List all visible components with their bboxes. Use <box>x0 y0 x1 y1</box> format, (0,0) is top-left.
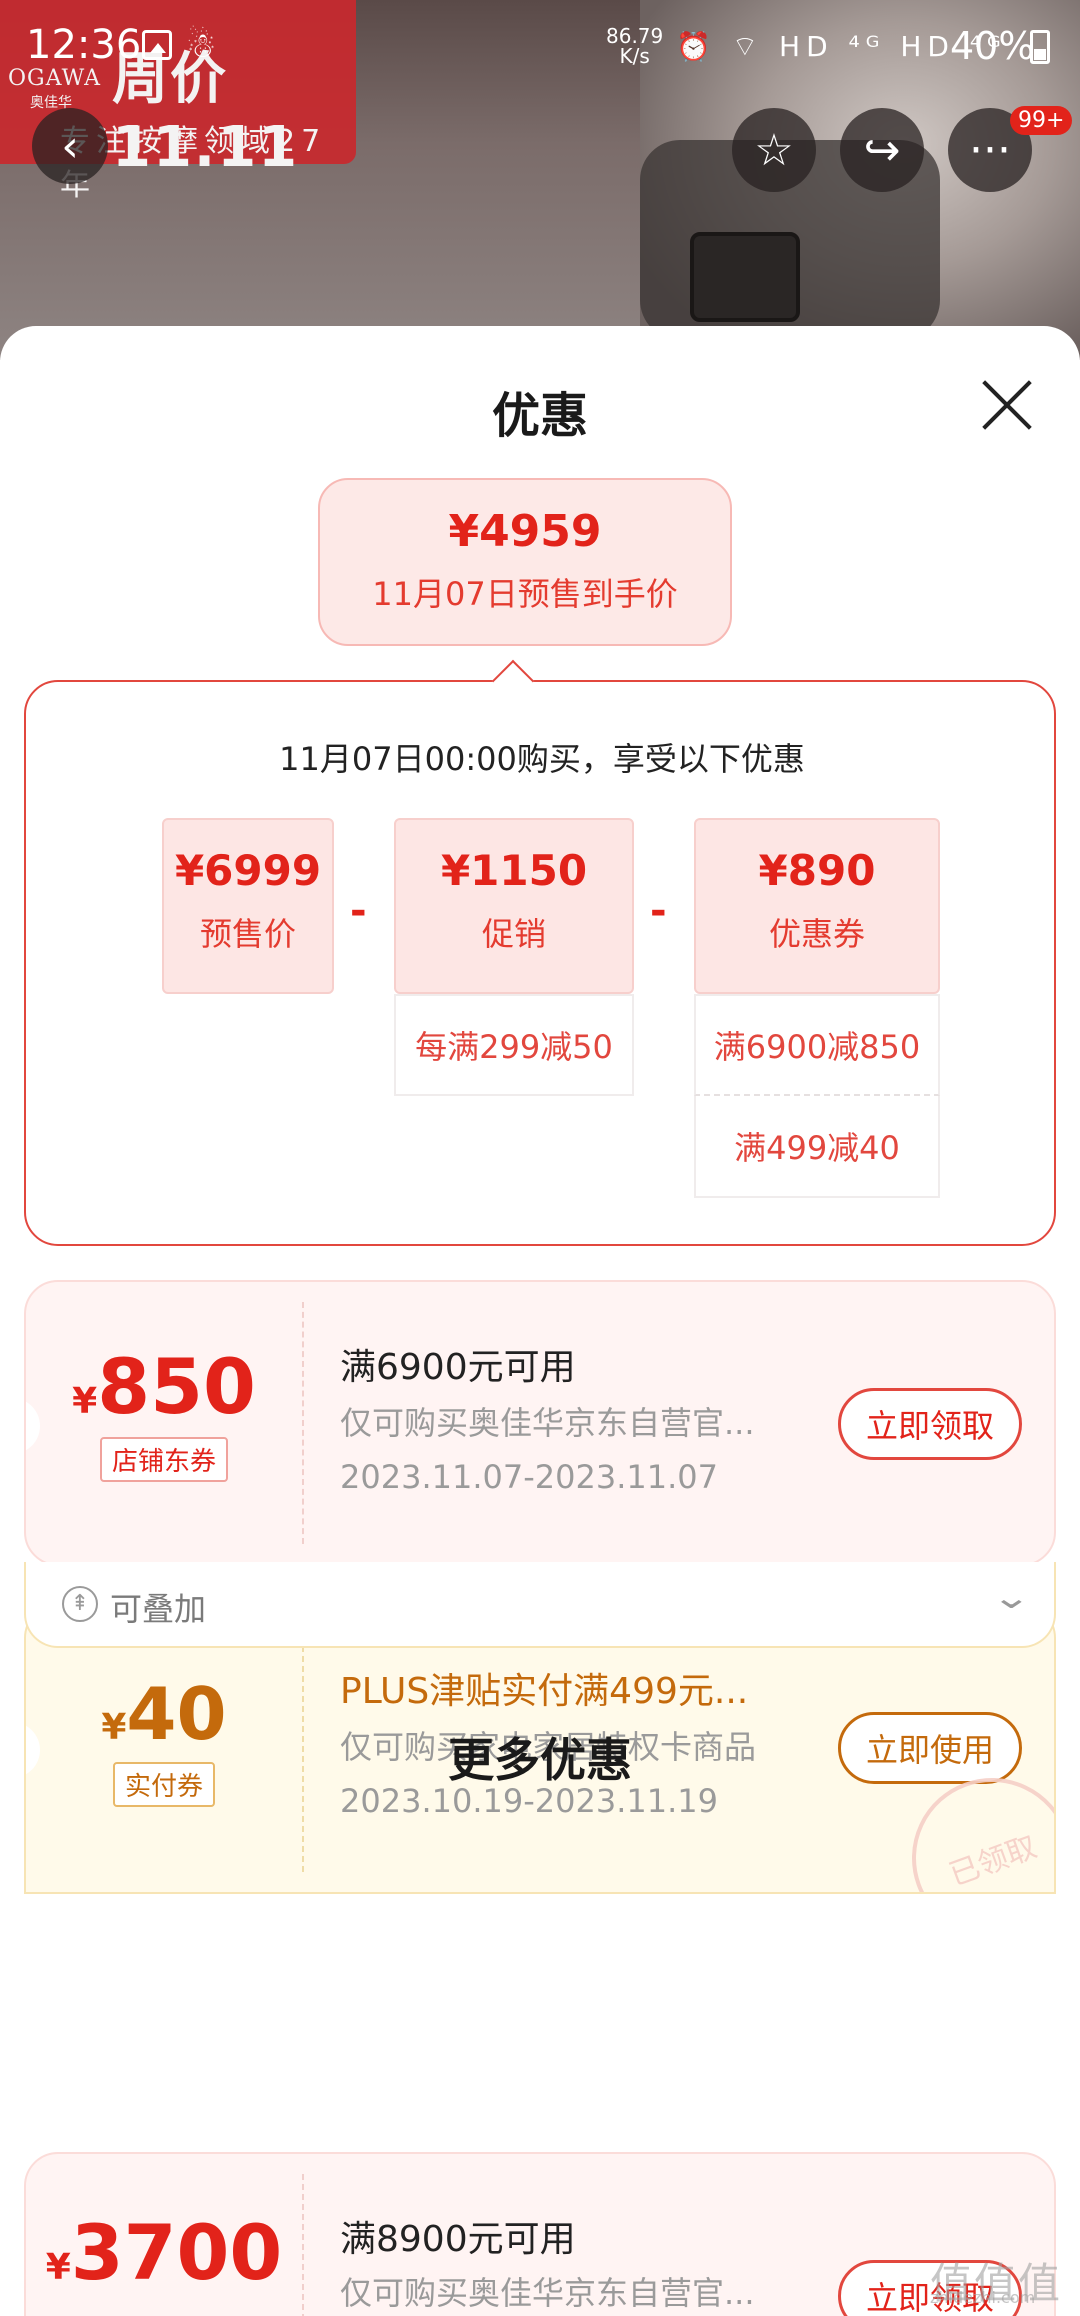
breakdown-label: 促销 <box>481 915 546 953</box>
coupon-amount: ¥3700 <box>26 2208 302 2297</box>
coupon-type-tag: 店铺东券 <box>99 1437 228 1482</box>
final-price-card: ¥4959 11月07日预售到手价 <box>318 478 732 646</box>
share-button[interactable]: ↪ <box>840 108 924 192</box>
status-time: 12:36 <box>26 22 142 68</box>
minus-sign: - <box>350 888 367 934</box>
breakdown-amount: ¥890 <box>758 846 876 895</box>
wifi-icon: ⌔ <box>731 30 765 63</box>
coupon-card: ¥850 店铺东券 满6900元可用 仅可购买奥佳华京东自营官... 2023.… <box>24 1280 1056 1566</box>
coupon-date: 2023.11.07-2023.11.07 <box>340 1458 718 1496</box>
breakdown-label: 预售价 <box>199 915 296 953</box>
message-count-badge: 99+ <box>1010 106 1073 135</box>
breakdown-presale-price: ¥6999 预售价 <box>162 818 334 994</box>
chevron-left-icon: ‹ <box>61 120 79 172</box>
coupon-divider <box>302 1302 304 1544</box>
network-speed: 86.79 K/s <box>606 26 663 66</box>
alarm-icon: ⏰ <box>676 30 717 63</box>
currency-symbol: ¥ <box>72 1381 98 1422</box>
coupon-title: 满8900元可用 <box>340 2219 576 2260</box>
app-notification-icon: ☃ <box>186 26 217 66</box>
coupon-amount-value: 3700 <box>70 2208 283 2297</box>
coupon-title: PLUS津贴实付满499元... <box>340 1671 749 1712</box>
coupon-desc: 仅可购买奥佳华京东自营官... <box>340 2274 755 2312</box>
more-discounts-title: 更多优惠 <box>448 1733 632 1787</box>
breakdown-amount: ¥6999 <box>174 846 322 895</box>
share-icon: ↪ <box>863 124 901 176</box>
currency-symbol: ¥ <box>45 2247 71 2288</box>
coupon-amount-value: 850 <box>97 1342 256 1431</box>
status-bar: 12:36 ☃ 86.79 K/s ⏰ ⌔ HD ⁴ᴳ HD ⁴ᴳ 40% <box>0 0 1080 96</box>
stackable-label: 可叠加 <box>110 1590 207 1628</box>
breakdown-coupon: ¥890 优惠券 <box>694 818 940 994</box>
coupon-card: ¥3700 满8900元可用 仅可购买奥佳华京东自营官... 立即领取 <box>24 2152 1056 2316</box>
coupon-value: ¥850 店铺东券 <box>26 1282 302 1564</box>
star-icon: ☆ <box>754 124 794 176</box>
network-speed-unit: K/s <box>619 44 650 68</box>
final-price-label: 11月07日预售到手价 <box>372 575 678 613</box>
coupon-amount: ¥850 <box>26 1342 302 1431</box>
site-watermark-url: zhidezhi.com <box>930 2288 1036 2307</box>
gallery-notification-icon <box>142 30 172 60</box>
stack-icon: ⇞ <box>62 1586 98 1622</box>
battery-icon <box>1030 30 1050 64</box>
battery-percent: 40% <box>950 24 1035 68</box>
breakdown-note: 11月07日00:00购买，享受以下优惠 <box>279 740 805 778</box>
coupon-value: ¥3700 <box>26 2154 302 2316</box>
close-button[interactable] <box>978 376 1034 432</box>
breakdown-promotion: ¥1150 促销 <box>394 818 634 994</box>
favorite-button[interactable]: ☆ <box>732 108 816 192</box>
back-button[interactable]: ‹ <box>32 108 108 184</box>
breakdown-amount: ¥1150 <box>440 846 588 895</box>
price-breakdown: 11月07日00:00购买，享受以下优惠 ¥6999 预售价 - ¥1150 促… <box>24 680 1056 1246</box>
promo-rule: 每满299减50 <box>394 994 634 1096</box>
stackable-row[interactable]: ⇞ 可叠加 ⌄ <box>24 1562 1056 1648</box>
final-price: ¥4959 <box>448 506 602 557</box>
sheet-title: 优惠 <box>491 388 588 444</box>
claim-coupon-button[interactable]: 立即领取 <box>838 1388 1022 1460</box>
coupon-rule: 满499减40 <box>694 1096 940 1198</box>
coupon-title: 满6900元可用 <box>340 1347 576 1388</box>
coupon-rule: 满6900减850 <box>694 994 940 1096</box>
chair-control-panel <box>690 232 800 322</box>
chevron-down-icon: ⌄ <box>991 1578 1032 1616</box>
breakdown-label: 优惠券 <box>768 915 865 953</box>
more-dots-icon: ··· <box>969 124 1011 176</box>
coupon-desc: 仅可购买奥佳华京东自营官... <box>340 1404 755 1442</box>
network-speed-value: 86.79 <box>606 24 664 48</box>
minus-sign: - <box>650 888 667 934</box>
coupon-divider <box>302 2174 304 2316</box>
